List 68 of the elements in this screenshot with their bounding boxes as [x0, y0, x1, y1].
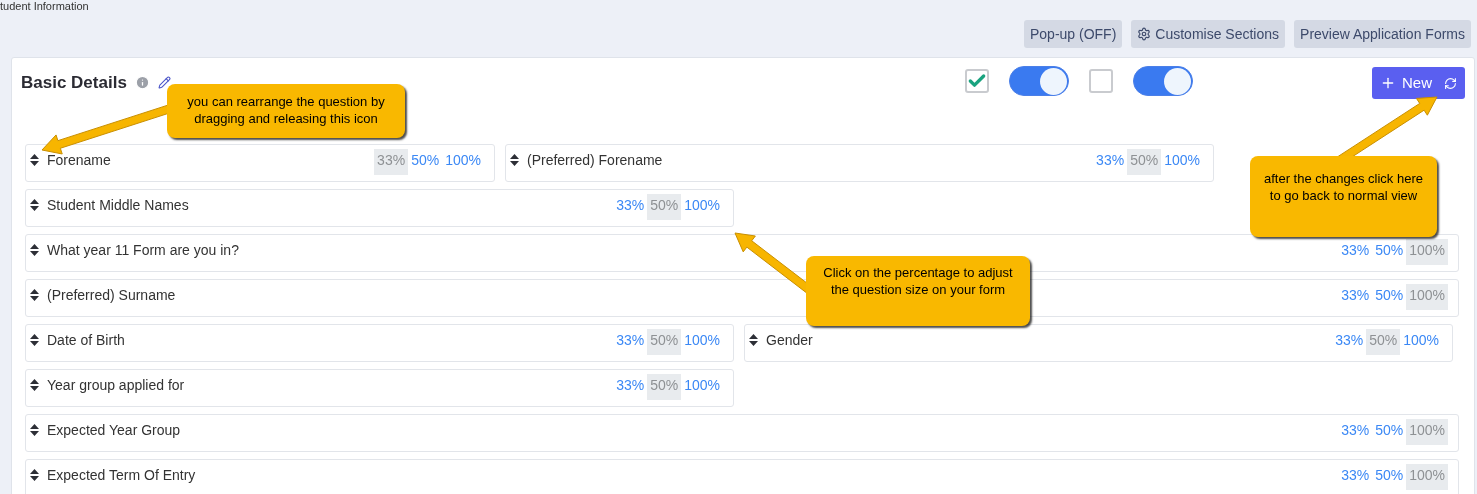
- toolbar-button[interactable]: Customise Sections: [1131, 20, 1286, 48]
- size-option[interactable]: 50%: [408, 149, 443, 175]
- size-option[interactable]: 33%: [1093, 149, 1128, 175]
- callout-note: after the changes click here to go back to normal view: [1250, 156, 1437, 237]
- sort-handle-icon[interactable]: [510, 154, 519, 166]
- size-option[interactable]: 33%: [1332, 329, 1367, 355]
- size-option[interactable]: 33%: [613, 374, 648, 400]
- size-option[interactable]: 100%: [1406, 419, 1448, 445]
- question-label: Date of Birth: [47, 331, 125, 349]
- size-option[interactable]: 50%: [1372, 464, 1407, 490]
- page-title: tudent Information: [0, 0, 89, 12]
- size-option[interactable]: 100%: [1400, 329, 1442, 355]
- size-option[interactable]: 100%: [681, 194, 723, 220]
- toggle-switch[interactable]: [1008, 66, 1069, 96]
- size-option[interactable]: 100%: [1406, 464, 1448, 490]
- sort-handle-icon[interactable]: [30, 244, 39, 256]
- size-option[interactable]: 50%: [647, 194, 682, 220]
- edit-icon[interactable]: [157, 76, 171, 90]
- callout-note: Click on the percentage to adjust the question size on your form: [806, 256, 1030, 326]
- settings-icon: [1137, 27, 1152, 41]
- question-label: (Preferred) Forename: [527, 151, 663, 169]
- size-option[interactable]: 50%: [647, 329, 682, 355]
- size-option[interactable]: 33%: [374, 149, 409, 175]
- question-label: Year group applied for: [47, 376, 185, 394]
- size-option[interactable]: 50%: [1372, 419, 1407, 445]
- section-title: Basic Details: [21, 72, 127, 94]
- size-option[interactable]: 33%: [1338, 239, 1373, 265]
- question-label: What year 11 Form are you in?: [47, 241, 239, 259]
- info-icon[interactable]: [134, 75, 150, 91]
- size-option[interactable]: 100%: [681, 329, 723, 355]
- size-option[interactable]: 33%: [1338, 284, 1373, 310]
- sort-handle-icon[interactable]: [30, 334, 39, 346]
- question-label: Forename: [47, 151, 111, 169]
- size-option[interactable]: 50%: [1372, 284, 1407, 310]
- callout-note: you can rearrange the question by dragging and releasing this icon: [167, 84, 405, 138]
- toolbar-button[interactable]: Pop-up (OFF): [1023, 20, 1123, 48]
- question-label: Expected Term Of Entry: [47, 466, 196, 484]
- sort-handle-icon[interactable]: [30, 289, 39, 301]
- size-option[interactable]: 50%: [1372, 239, 1407, 265]
- sort-handle-icon[interactable]: [30, 424, 39, 436]
- size-option[interactable]: 33%: [1338, 464, 1373, 490]
- size-option[interactable]: 33%: [613, 194, 648, 220]
- question-label: Student Middle Names: [47, 196, 189, 214]
- toggle-switch[interactable]: [1132, 66, 1193, 96]
- sort-handle-icon[interactable]: [749, 334, 758, 346]
- new-button[interactable]: New: [1372, 67, 1465, 99]
- question-label: (Preferred) Surname: [47, 286, 176, 304]
- size-option[interactable]: 50%: [1366, 329, 1401, 355]
- question-label: Expected Year Group: [47, 421, 181, 439]
- toolbar-button[interactable]: Preview Application Forms: [1294, 20, 1471, 48]
- checkbox[interactable]: [964, 69, 989, 93]
- size-option[interactable]: 100%: [681, 374, 723, 400]
- checkbox[interactable]: [1088, 69, 1113, 93]
- sort-handle-icon[interactable]: [30, 469, 39, 481]
- size-option[interactable]: 100%: [1406, 284, 1448, 310]
- size-option[interactable]: 33%: [613, 329, 648, 355]
- size-option[interactable]: 100%: [1161, 149, 1203, 175]
- sort-handle-icon[interactable]: [30, 199, 39, 211]
- sort-handle-icon[interactable]: [30, 154, 39, 166]
- size-option[interactable]: 33%: [1338, 419, 1373, 445]
- sort-handle-icon[interactable]: [30, 379, 39, 391]
- size-option[interactable]: 50%: [1127, 149, 1162, 175]
- refresh-icon[interactable]: [1444, 76, 1457, 90]
- size-option[interactable]: 100%: [442, 149, 484, 175]
- size-option[interactable]: 50%: [647, 374, 682, 400]
- size-option[interactable]: 100%: [1406, 239, 1448, 265]
- plus-icon: [1380, 75, 1396, 91]
- question-label: Gender: [766, 331, 813, 349]
